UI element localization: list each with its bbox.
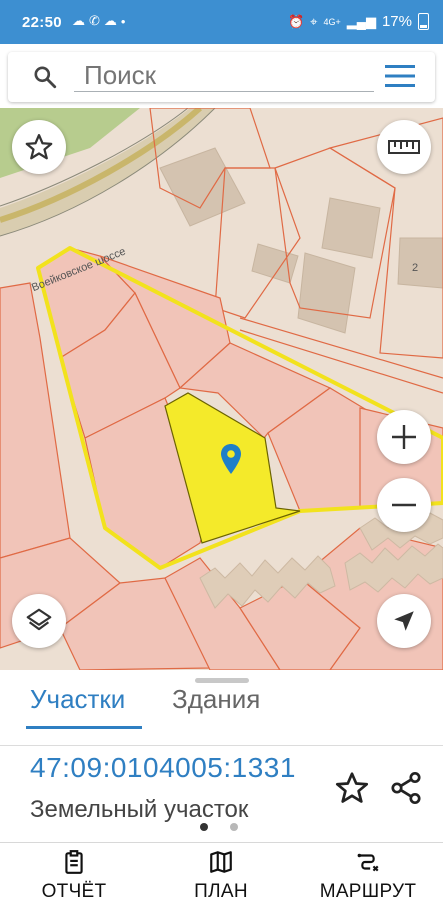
nav-route[interactable]: МАРШРУТ <box>308 849 428 907</box>
search-input[interactable] <box>74 60 374 92</box>
status-bar: 22:50 ☁ ✆ ☁ • ⏰ ⌖ 4G+ ▂▄▆ 17% <box>0 0 443 44</box>
nav-plan-label: ПЛАН <box>194 881 248 902</box>
page-dot-active <box>200 823 208 831</box>
add-favorite-star-icon[interactable] <box>334 770 370 806</box>
cadastral-number[interactable]: 47:09:0104005:1331 <box>30 752 296 784</box>
ruler-icon <box>388 140 420 154</box>
search-bar <box>8 52 435 102</box>
house-number: 2 <box>412 262 419 274</box>
status-time: 22:50 <box>22 14 62 31</box>
cloud-outline-icon: ☁ <box>103 13 117 28</box>
plus-icon <box>392 425 416 449</box>
layers-icon <box>26 608 52 631</box>
route-icon <box>357 853 379 872</box>
sheet-drag-handle[interactable] <box>195 678 249 683</box>
zoom-out-button[interactable] <box>377 478 431 532</box>
nav-plan[interactable]: ПЛАН <box>161 849 281 907</box>
bottom-navigation: ОТЧЁТ ПЛАН МАРШРУТ <box>0 842 443 910</box>
hamburger-menu-icon[interactable] <box>385 65 415 87</box>
battery-icon <box>418 13 429 30</box>
share-icon[interactable] <box>388 770 424 806</box>
location-icon: ⌖ <box>310 13 318 29</box>
alarm-icon: ⏰ <box>287 13 305 29</box>
tab-buildings[interactable]: Здания <box>172 684 260 715</box>
layers-button[interactable] <box>12 594 66 648</box>
navigation-arrow-icon <box>394 611 414 631</box>
signal-icon: ▂▄▆ <box>346 13 376 29</box>
tab-parcels[interactable]: Участки <box>30 684 125 715</box>
parcel-pin-icon[interactable] <box>220 444 242 476</box>
nav-report-label: ОТЧЁТ <box>41 881 107 902</box>
my-location-button[interactable] <box>377 594 431 648</box>
parcel-type-label: Земельный участок <box>30 796 249 823</box>
nav-route-label: МАРШРУТ <box>319 881 417 902</box>
cloud-icon: ☁ <box>72 13 85 28</box>
battery-percent: 17% <box>381 13 412 30</box>
notification-icons: ☁ ✆ ☁ • <box>72 13 125 29</box>
system-icons: ⏰ ⌖ 4G+ ▂▄▆ 17% <box>288 13 429 30</box>
report-icon <box>65 850 83 874</box>
network-label: 4G+ <box>323 16 341 27</box>
active-tab-indicator <box>26 726 142 729</box>
minus-icon <box>392 503 416 507</box>
page-dot <box>230 823 238 831</box>
zoom-in-button[interactable] <box>377 410 431 464</box>
cadastral-map-layer <box>0 108 443 670</box>
page-indicator <box>200 823 238 831</box>
search-icon[interactable] <box>32 64 58 90</box>
map-plan-icon <box>210 851 232 873</box>
tabs-divider <box>0 745 443 746</box>
star-outline-icon <box>25 134 53 160</box>
dot-icon: • <box>120 13 126 29</box>
map-view[interactable]: Воейковское шоссе 2 <box>0 108 443 670</box>
whatsapp-icon: ✆ <box>89 13 100 28</box>
measure-button[interactable] <box>377 120 431 174</box>
nav-report[interactable]: ОТЧЁТ <box>14 849 134 907</box>
favorites-button[interactable] <box>12 120 66 174</box>
sheet-tabs: Участки Здания <box>0 684 443 746</box>
